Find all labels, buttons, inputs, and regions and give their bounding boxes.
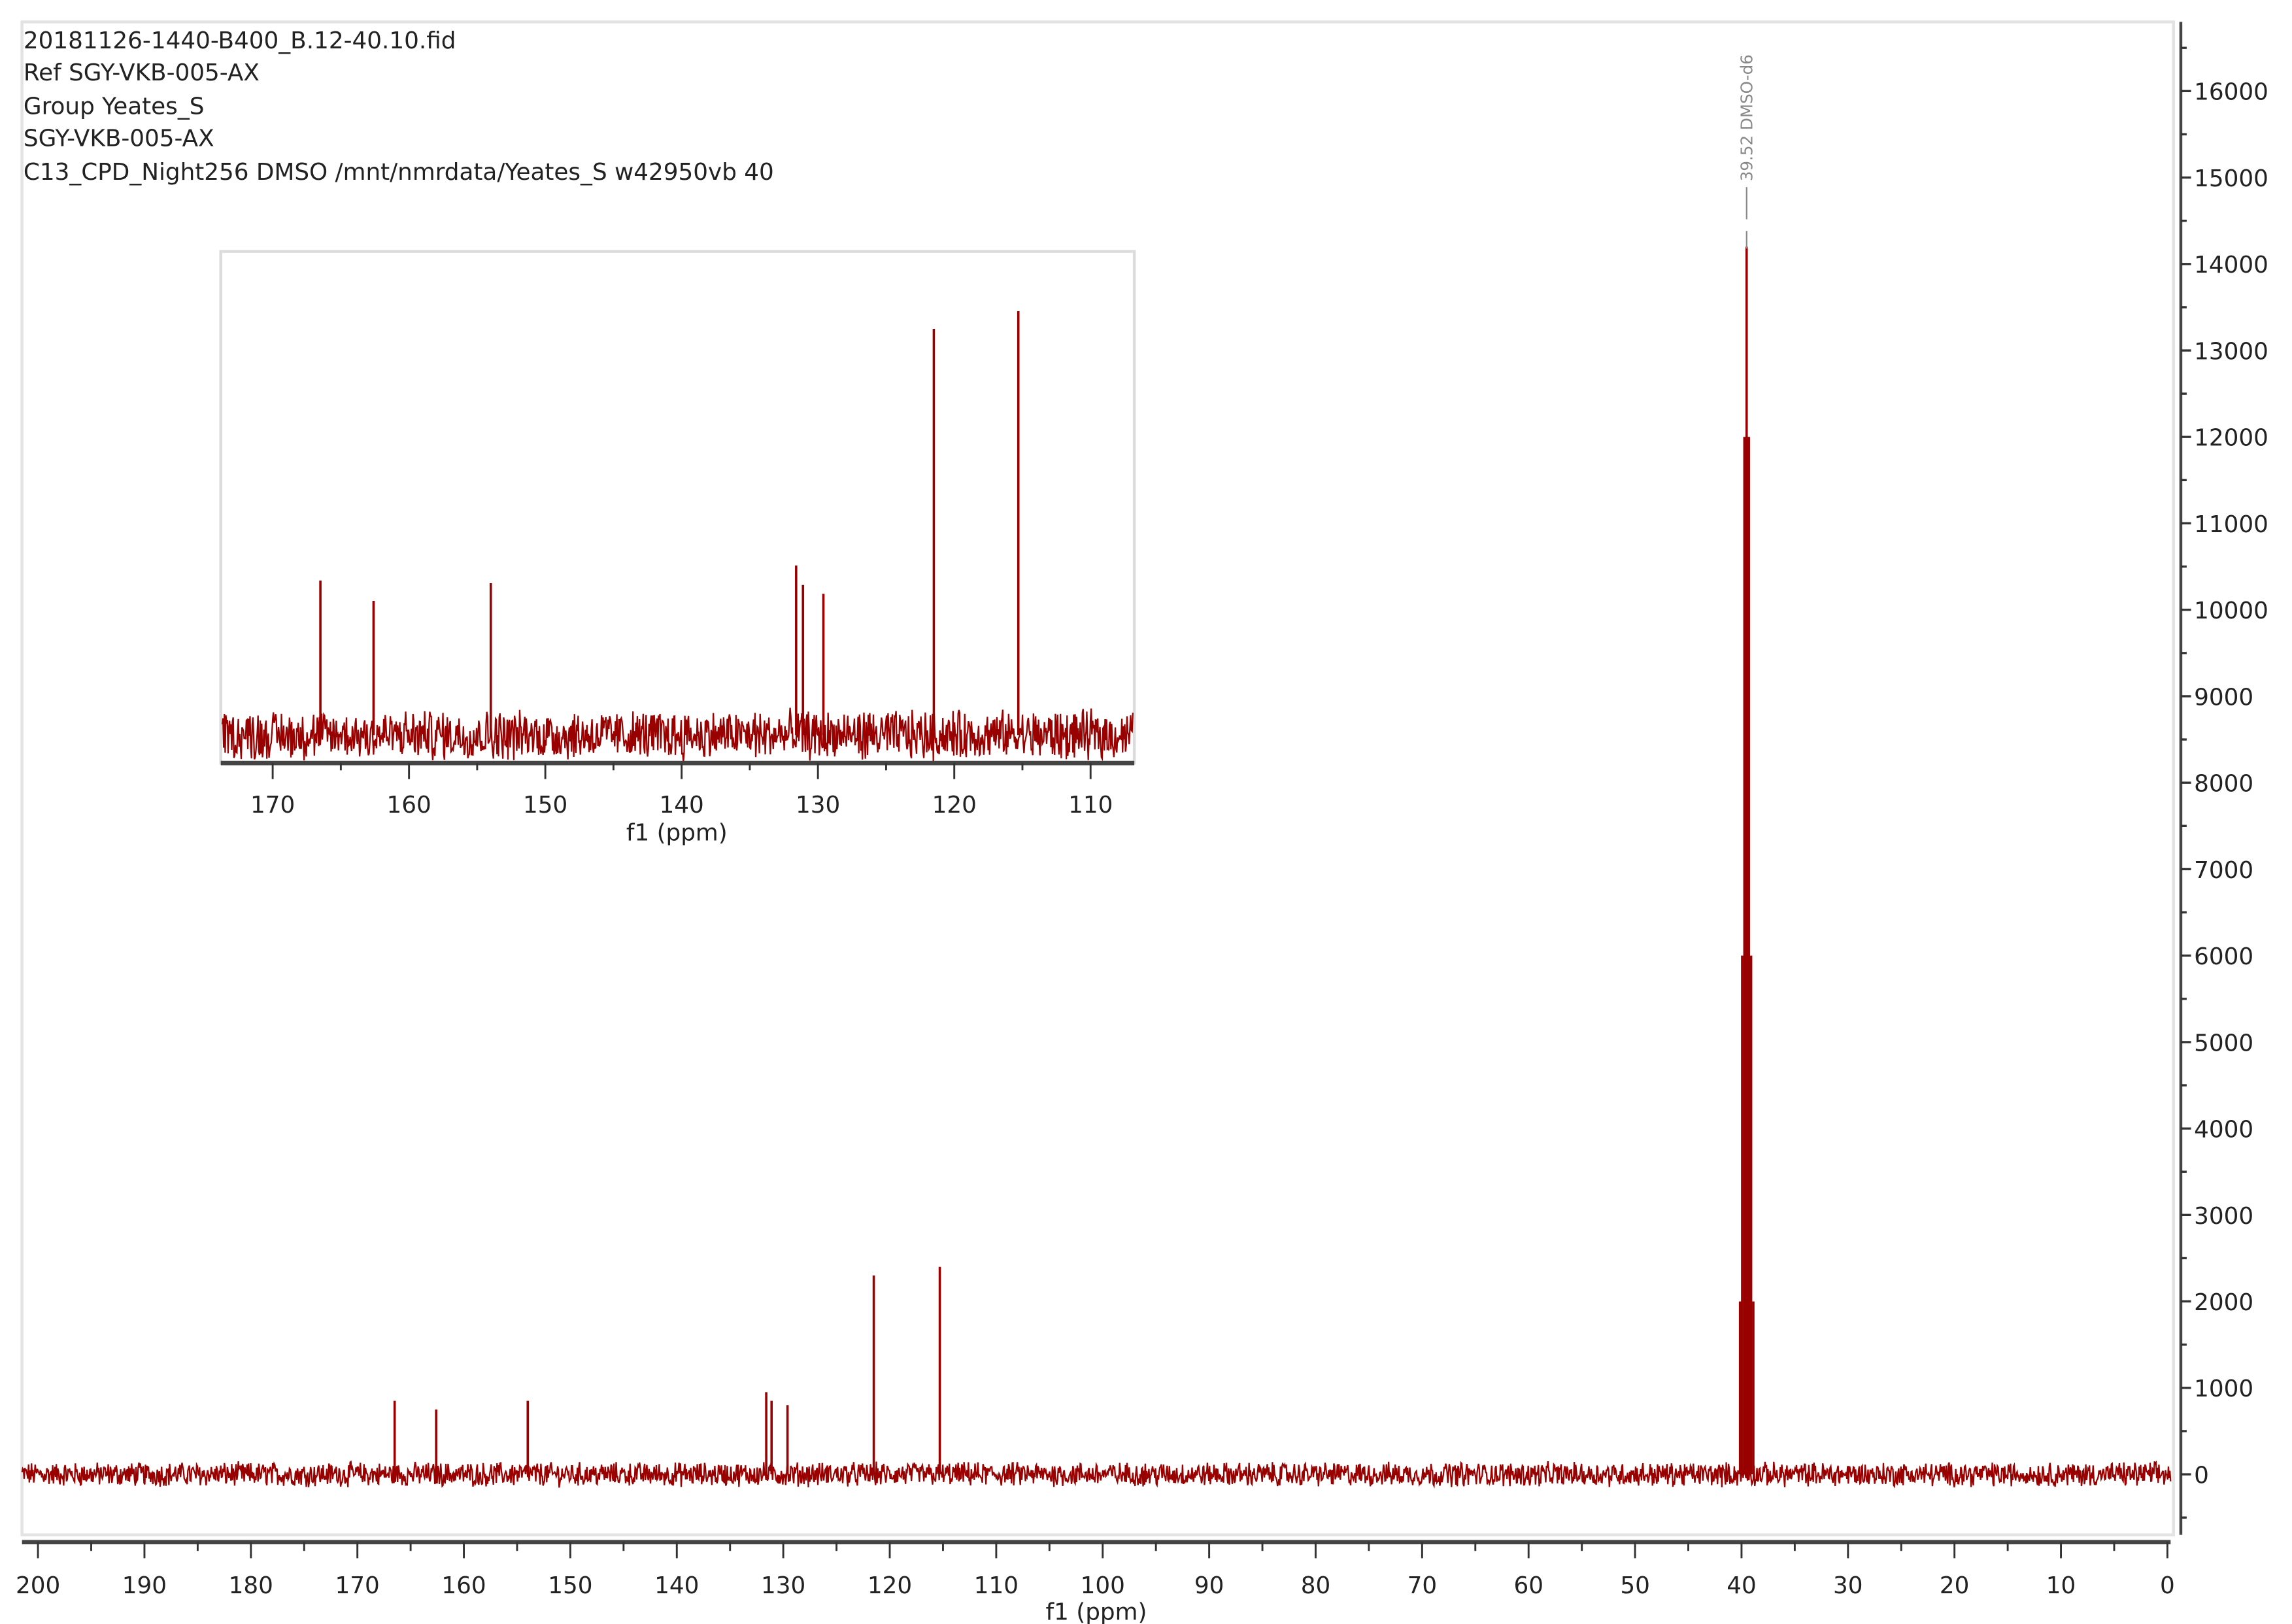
y-tick-label: 4000 — [2194, 1117, 2253, 1143]
x-tick-label: 70 — [1407, 1572, 1438, 1599]
x-tick-label: 190 — [122, 1572, 167, 1599]
x-tick-label: 110 — [974, 1572, 1019, 1599]
y-tick-label: 2000 — [2194, 1289, 2253, 1316]
x-tick-label: 180 — [229, 1572, 273, 1599]
y-tick-label: 12000 — [2194, 425, 2268, 452]
x-tick-label: 100 — [1081, 1572, 1125, 1599]
y-tick-label: 7000 — [2194, 857, 2253, 884]
x-tick-label: 90 — [1194, 1572, 1224, 1599]
y-tick-label: 8000 — [2194, 771, 2253, 798]
x-tick-label: 200 — [16, 1572, 60, 1599]
y-tick-label: 1000 — [2194, 1376, 2253, 1402]
inset-x-tick-label: 170 — [250, 792, 295, 819]
y-tick-label: 11000 — [2194, 511, 2268, 538]
inset-x-tick-label: 130 — [796, 792, 840, 819]
inset-frame — [219, 250, 1136, 765]
inset-x-tick-label: 120 — [932, 792, 977, 819]
y-tick-label: 3000 — [2194, 1203, 2253, 1230]
inset-x-tick-label: 150 — [523, 792, 567, 819]
y-tick-label: 5000 — [2194, 1030, 2253, 1057]
x-tick-label: 140 — [654, 1572, 699, 1599]
x-tick-label: 160 — [441, 1572, 486, 1599]
y-tick-label: 10000 — [2194, 598, 2268, 624]
y-tick-label: 15000 — [2194, 165, 2268, 192]
x-tick-label: 80 — [1301, 1572, 1331, 1599]
x-tick-label: 150 — [548, 1572, 592, 1599]
inset-x-tick-label: 160 — [387, 792, 431, 819]
inset-plot: 170 160 150 140 130 120 110 f1 (ppm) — [219, 250, 1136, 847]
inset-x-tick-label: 110 — [1068, 792, 1113, 819]
x-tick-label: 50 — [1620, 1572, 1650, 1599]
header-line-filename: 20181126-1440-B400_B.12-40.10.fid — [24, 27, 456, 54]
x-tick-label: 170 — [335, 1572, 380, 1599]
y-tick-label: 13000 — [2194, 338, 2268, 365]
x-tick-label: 30 — [1833, 1572, 1863, 1599]
y-tick-label: 14000 — [2194, 252, 2268, 279]
y-tick-label: 6000 — [2194, 943, 2253, 970]
x-tick-label: 40 — [1727, 1572, 1757, 1599]
header-line-ref: Ref SGY-VKB-005-AX — [24, 59, 260, 86]
header-line-experiment: C13_CPD_Night256 DMSO /mnt/nmrdata/Yeate… — [24, 159, 774, 186]
y-tick-label: 0 — [2194, 1462, 2209, 1489]
x-tick-label: 130 — [761, 1572, 805, 1599]
y-tick-label: 16000 — [2194, 79, 2268, 106]
x-tick-label: 60 — [1513, 1572, 1543, 1599]
x-tick-label: 20 — [1940, 1572, 1970, 1599]
x-tick-label: 10 — [2046, 1572, 2076, 1599]
inset-x-tick-label: 140 — [660, 792, 704, 819]
nmr-spectrum-figure: 20181126-1440-B400_B.12-40.10.fid Ref SG… — [0, 0, 2292, 1624]
main-x-axis-label: f1 (ppm) — [1046, 1599, 1147, 1624]
inset-x-axis-label: f1 (ppm) — [626, 820, 728, 847]
peak-label-dmso: 39.52 DMSO-d6 — [1738, 54, 1757, 181]
y-tick-label: 9000 — [2194, 684, 2253, 711]
header-line-group: Group Yeates_S — [24, 93, 205, 120]
x-tick-label: 0 — [2160, 1572, 2175, 1599]
header-line-sample: SGY-VKB-005-AX — [24, 126, 214, 152]
x-tick-label: 120 — [868, 1572, 912, 1599]
